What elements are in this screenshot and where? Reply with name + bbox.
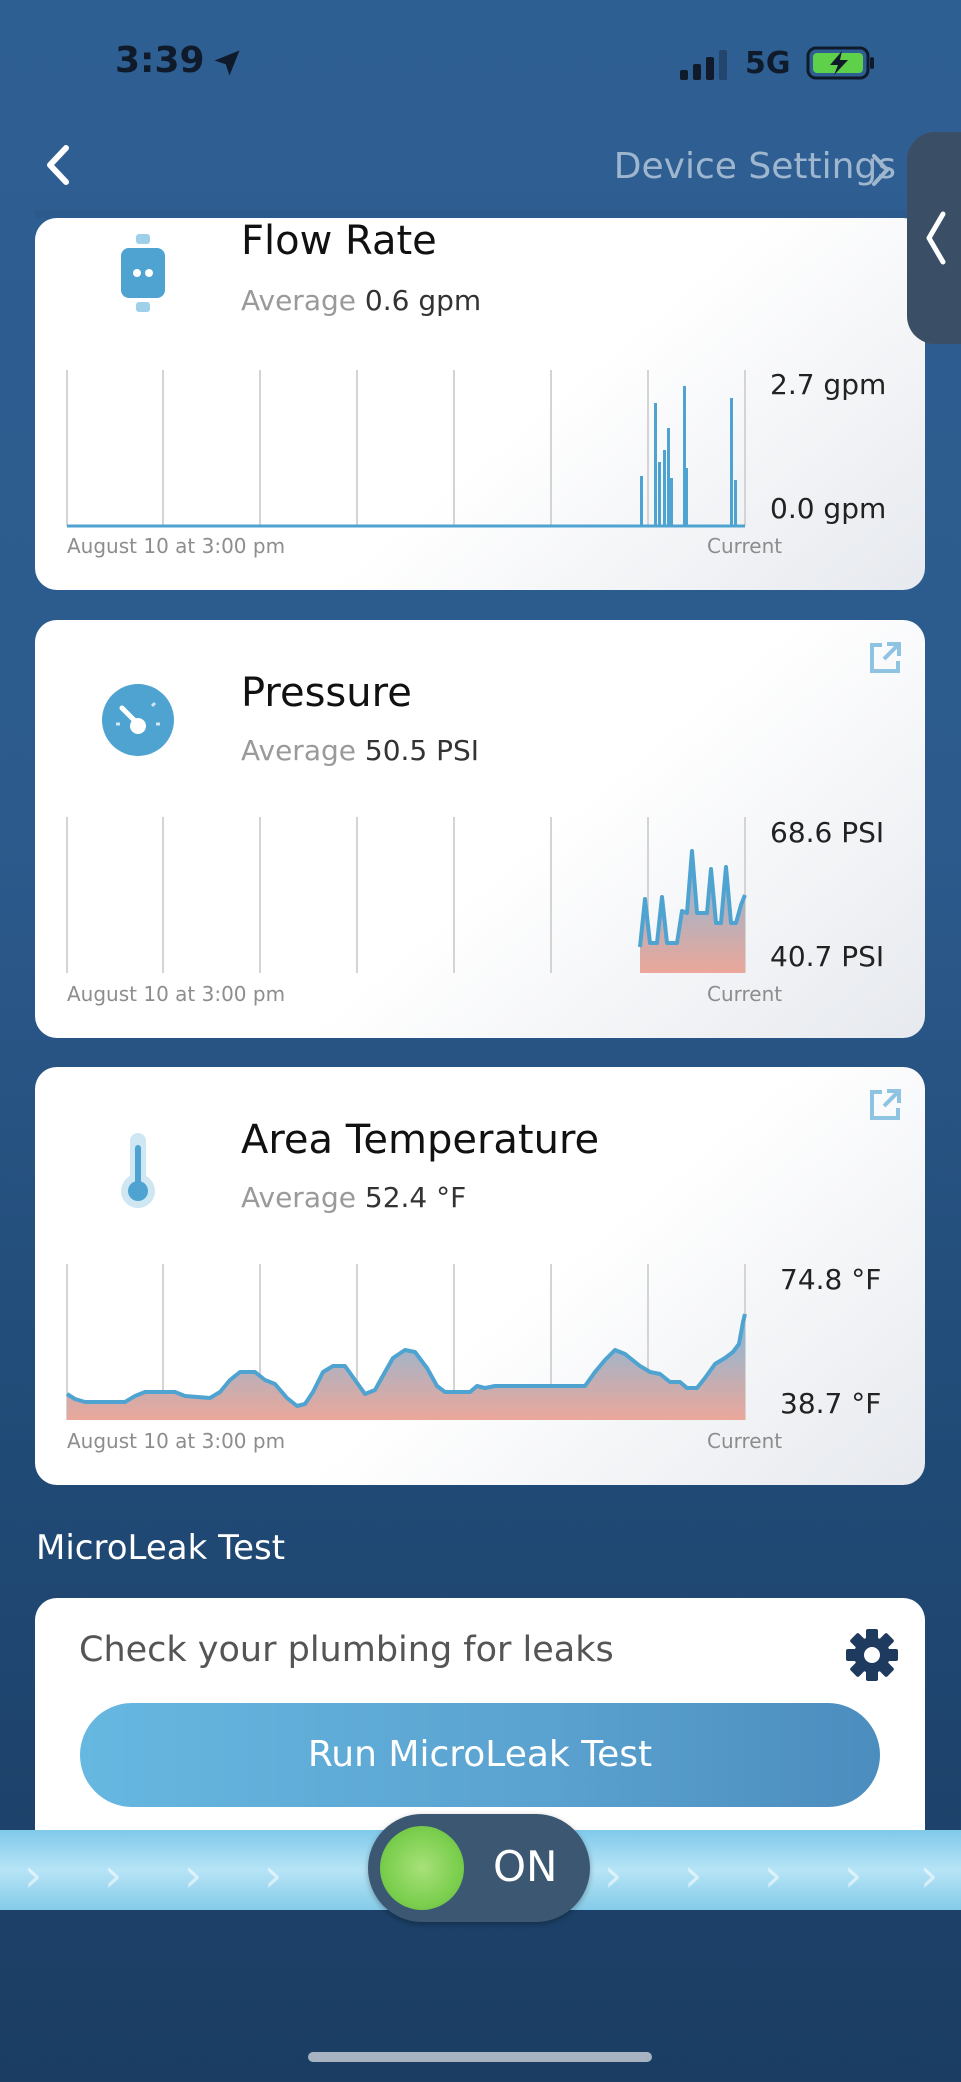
gear-icon[interactable] — [843, 1626, 901, 1684]
chevron-pattern: › — [844, 1848, 863, 1902]
y-axis-min: 40.7 PSI — [770, 940, 885, 973]
open-external-icon[interactable] — [867, 640, 903, 676]
y-axis-max: 2.7 gpm — [770, 368, 887, 401]
area-temperature-chart — [65, 1264, 747, 1420]
status-bar-fade — [35, 210, 925, 218]
chevron-pattern: › — [604, 1848, 623, 1902]
card-title: Pressure — [241, 670, 412, 716]
pressure-card[interactable]: Pressure Average 50.5 PSI 68.6 PSI 40.7 … — [35, 620, 925, 1038]
status-time: 3:39 — [115, 40, 205, 81]
status-bar: 3:39 5G — [0, 0, 961, 130]
chevron-pattern: › — [24, 1848, 43, 1902]
microleak-card: Check your plumbing for leaks Run MicroL… — [35, 1598, 925, 1838]
y-axis-min: 38.7 °F — [780, 1387, 882, 1420]
chevron-pattern: › — [184, 1848, 203, 1902]
average-value: 50.5 PSI — [364, 734, 480, 767]
x-axis-start: August 10 at 3:00 pm — [67, 534, 286, 558]
open-external-icon[interactable] — [867, 1087, 903, 1123]
pressure-gauge-icon — [102, 684, 174, 756]
back-chevron-icon[interactable] — [40, 140, 78, 190]
chevron-pattern: › — [264, 1848, 283, 1902]
flow-rate-card[interactable]: Flow Rate Average 0.6 gpm 2.7 gpm 0.0 gp… — [35, 218, 925, 590]
toggle-knob[interactable] — [380, 1826, 464, 1910]
toggle-label: ON — [493, 1842, 558, 1891]
flow-rate-chart — [66, 370, 746, 528]
flow-sensor-icon — [121, 234, 165, 312]
chevron-right-icon[interactable] — [866, 150, 894, 190]
card-average: Average 50.5 PSI — [241, 734, 480, 767]
y-axis-max: 68.6 PSI — [770, 816, 885, 849]
x-axis-end: Current — [707, 1429, 783, 1453]
y-axis-max: 74.8 °F — [780, 1263, 882, 1296]
thermometer-icon — [121, 1133, 155, 1208]
average-value: 52.4 °F — [364, 1181, 467, 1214]
pressure-chart — [66, 817, 747, 973]
x-axis-end: Current — [707, 982, 783, 1006]
microleak-section-title: MicroLeak Test — [36, 1528, 286, 1568]
average-value: 0.6 gpm — [364, 284, 482, 317]
home-indicator[interactable] — [308, 2052, 652, 2062]
chevron-pattern: › — [104, 1848, 123, 1902]
battery-charging-icon — [806, 46, 874, 80]
cellular-signal-icon — [680, 50, 727, 80]
chevron-pattern: › — [920, 1848, 939, 1902]
microleak-description: Check your plumbing for leaks — [79, 1630, 614, 1670]
card-title: Flow Rate — [241, 218, 437, 264]
card-average: Average 52.4 °F — [241, 1181, 467, 1214]
area-temperature-card[interactable]: Area Temperature Average 52.4 °F 74.8 °F… — [35, 1067, 925, 1485]
device-settings-link[interactable]: Device Settings — [614, 146, 896, 187]
x-axis-start: August 10 at 3:00 pm — [67, 982, 286, 1006]
y-axis-min: 0.0 gpm — [770, 492, 887, 525]
valve-toggle[interactable]: ON — [368, 1814, 590, 1922]
location-arrow-icon — [214, 50, 240, 76]
x-axis-end: Current — [707, 534, 783, 558]
run-microleak-test-button[interactable]: Run MicroLeak Test — [80, 1703, 880, 1807]
card-title: Area Temperature — [241, 1117, 600, 1163]
side-drawer-handle[interactable] — [907, 132, 961, 344]
chevron-left-icon — [926, 211, 946, 265]
chevron-pattern: › — [684, 1848, 703, 1902]
card-average: Average 0.6 gpm — [241, 284, 482, 317]
chevron-pattern: › — [764, 1848, 783, 1902]
x-axis-start: August 10 at 3:00 pm — [67, 1429, 286, 1453]
network-type: 5G — [745, 46, 791, 81]
